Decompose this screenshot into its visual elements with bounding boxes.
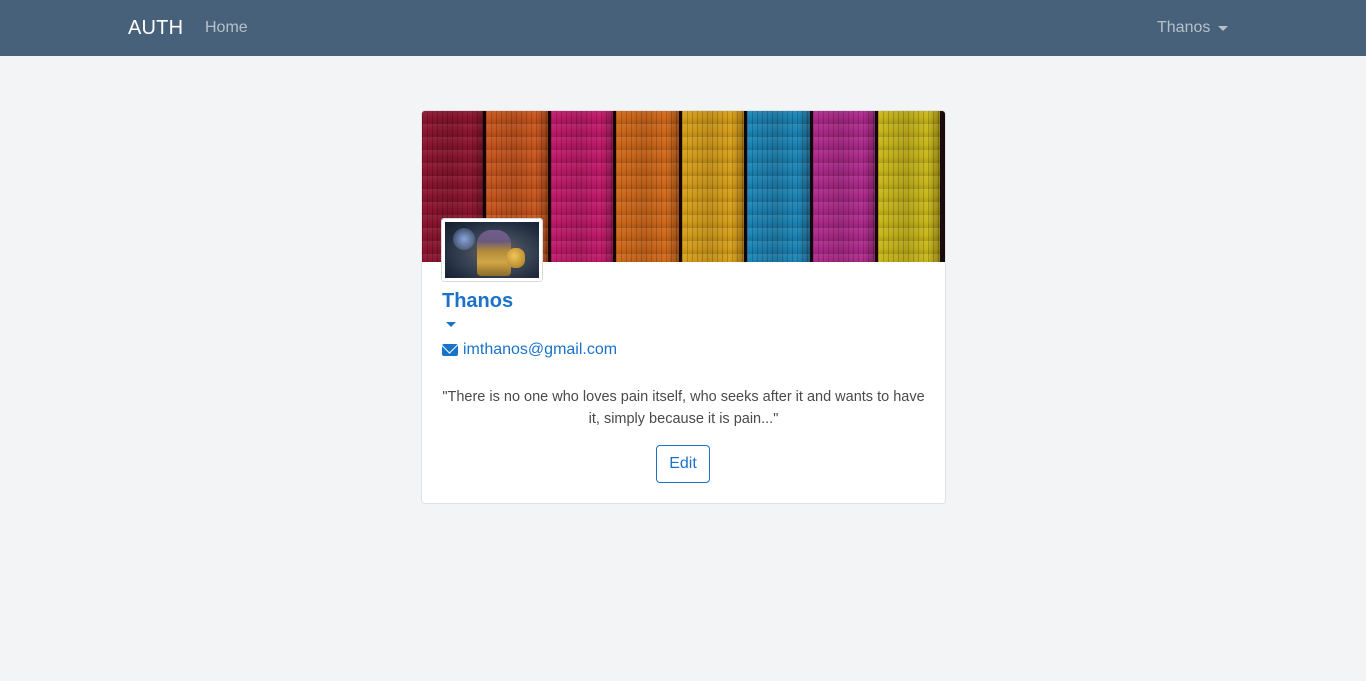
edit-button[interactable]: Edit [656,445,710,483]
profile-name-link[interactable]: Thanos [442,289,513,313]
envelope-icon [442,344,458,356]
user-menu-dropdown[interactable]: Thanos [1157,18,1229,38]
brand-link[interactable]: AUTH [128,16,183,40]
cover-plank [813,111,875,262]
cover-plank [747,111,810,262]
cover-plank [551,111,613,262]
top-navbar: AUTH Home Thanos [0,0,1366,56]
profile-card: Thanos imthanos@gmail.com "There is no o… [421,110,946,504]
caret-down-icon [1218,25,1229,31]
user-menu-label: Thanos [1157,19,1211,36]
cover-plank [682,111,744,262]
avatar-image [442,219,542,281]
nav-home-link[interactable]: Home [205,18,248,38]
caret-down-icon[interactable] [446,322,456,327]
cover-plank [878,111,940,262]
profile-quote: "There is no one who loves pain itself, … [442,389,925,427]
cover-plank [616,111,679,262]
email-text: imthanos@gmail.com [463,341,618,358]
email-link[interactable]: imthanos@gmail.com [442,340,617,360]
